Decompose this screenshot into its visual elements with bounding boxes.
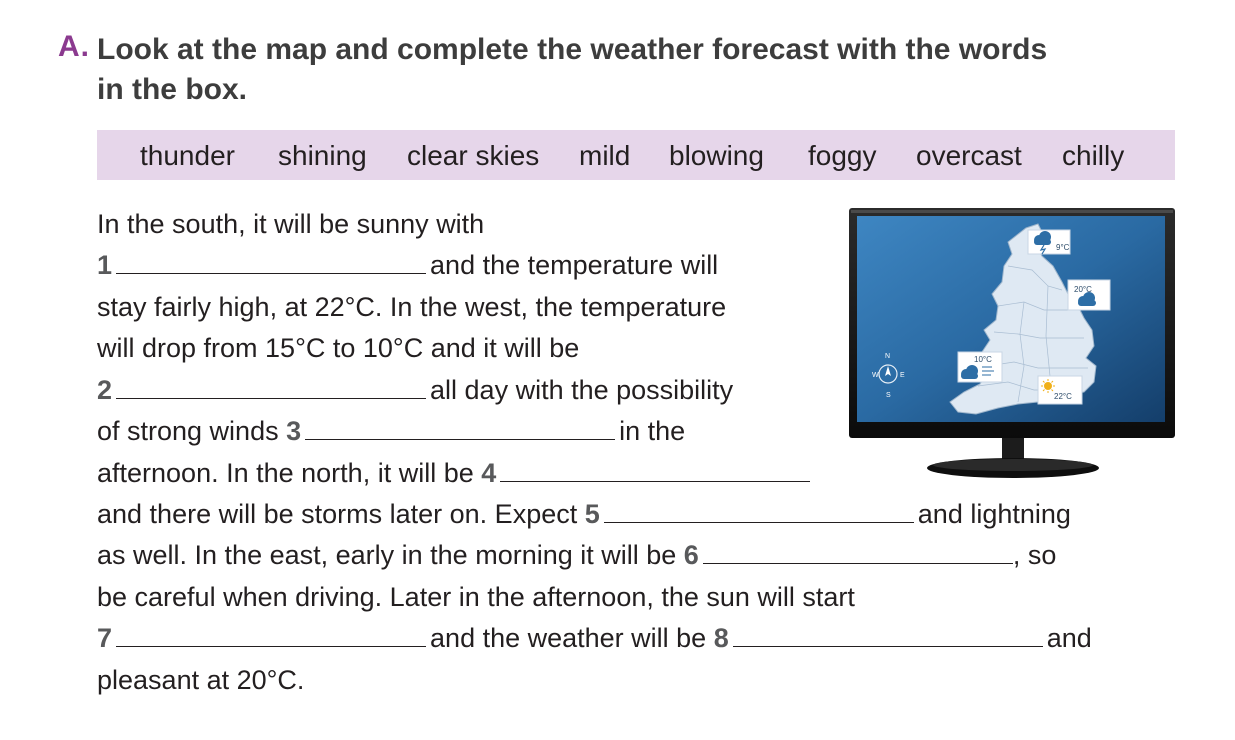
text-segment: , so [1012,540,1057,570]
blank-number-2: 2 [97,375,113,405]
text-line-3: stay fairly high, at 22°C. In the west, … [97,290,726,324]
blank-2[interactable] [116,374,427,399]
word-clear-skies: clear skies [407,140,540,171]
compass-s: S [886,392,891,399]
compass-e: E [900,372,905,379]
tv-illustration: 9°C 20°C 10°C 22°C N S W E [849,208,1175,478]
word-foggy: foggy [808,140,877,171]
blank-7[interactable] [116,622,427,647]
instruction-line-1: Look at the map and complete the weather… [97,33,1048,66]
text-segment: pleasant at 20°C. [97,665,305,695]
blank-number-6: 6 [683,540,699,570]
word-blowing: blowing [669,140,764,171]
blank-4[interactable] [500,457,811,482]
temp-west: 10°C [974,355,992,364]
text-segment: and the weather will be [430,623,707,653]
word-overcast: overcast [916,140,1022,171]
text-segment: in the [619,416,686,446]
text-segment: and the temperature will [430,250,719,280]
text-segment: will drop from 15°C to 10°C and it will … [97,333,580,363]
word-mild: mild [579,140,631,171]
blank-1[interactable] [116,249,427,274]
text-segment: and [1046,623,1092,653]
temp-south: 22°C [1054,392,1072,401]
blank-number-1: 1 [97,250,113,280]
text-segment: as well. In the east, early in the morni… [97,540,677,570]
text-line-12: pleasant at 20°C. [97,663,304,697]
blank-number-5: 5 [584,499,600,529]
exercise-letter: A. [58,30,90,63]
text-line-2: 1 and the temperature will [97,248,718,282]
word-box: thunder shining clear skies mild blowing… [97,130,1175,180]
text-segment: all day with the possibility [430,375,734,405]
compass-w: W [872,372,879,379]
temp-north: 9°C [1056,243,1070,252]
text-segment: and there will be storms later on. Expec… [97,499,578,529]
text-line-4: will drop from 15°C to 10°C and it will … [97,331,579,365]
text-segment: be careful when driving. Later in the af… [97,582,855,612]
blank-3[interactable] [305,415,616,440]
instruction-line-2: in the box. [97,73,247,106]
text-line-9: as well. In the east, early in the morni… [97,538,1056,572]
text-line-7: afternoon. In the north, it will be 4 [97,456,814,490]
blank-number-7: 7 [97,623,113,653]
blank-8[interactable] [732,622,1043,647]
text-segment: stay fairly high, at 22°C. In the west, … [97,292,727,322]
text-line-6: of strong winds 3 in the [97,414,685,448]
tv-neck [1002,438,1024,460]
text-line-11: 7 and the weather will be 8 and [97,621,1092,655]
text-line-10: be careful when driving. Later in the af… [97,580,855,614]
tv-weather-map: 9°C 20°C 10°C 22°C N S W E [848,206,1178,482]
blank-5[interactable] [603,498,914,523]
blank-6[interactable] [702,539,1013,564]
word-chilly: chilly [1062,140,1125,171]
blank-number-3: 3 [286,416,302,446]
text-segment: afternoon. In the north, it will be [97,458,474,488]
word-shining: shining [278,140,367,171]
text-segment: of strong winds [97,416,279,446]
text-line-8: and there will be storms later on. Expec… [97,497,1071,531]
text-line-5: 2 all day with the possibility [97,373,733,407]
compass-n: N [885,353,890,360]
exercise-instruction: Look at the map and complete the weather… [97,30,1157,110]
text-segment: In the south, it will be sunny with [97,209,485,239]
text-segment: and lightning [917,499,1071,529]
blank-number-4: 4 [481,458,497,488]
blank-number-8: 8 [713,623,729,653]
text-line-1: In the south, it will be sunny with [97,207,484,241]
word-thunder: thunder [140,140,235,171]
